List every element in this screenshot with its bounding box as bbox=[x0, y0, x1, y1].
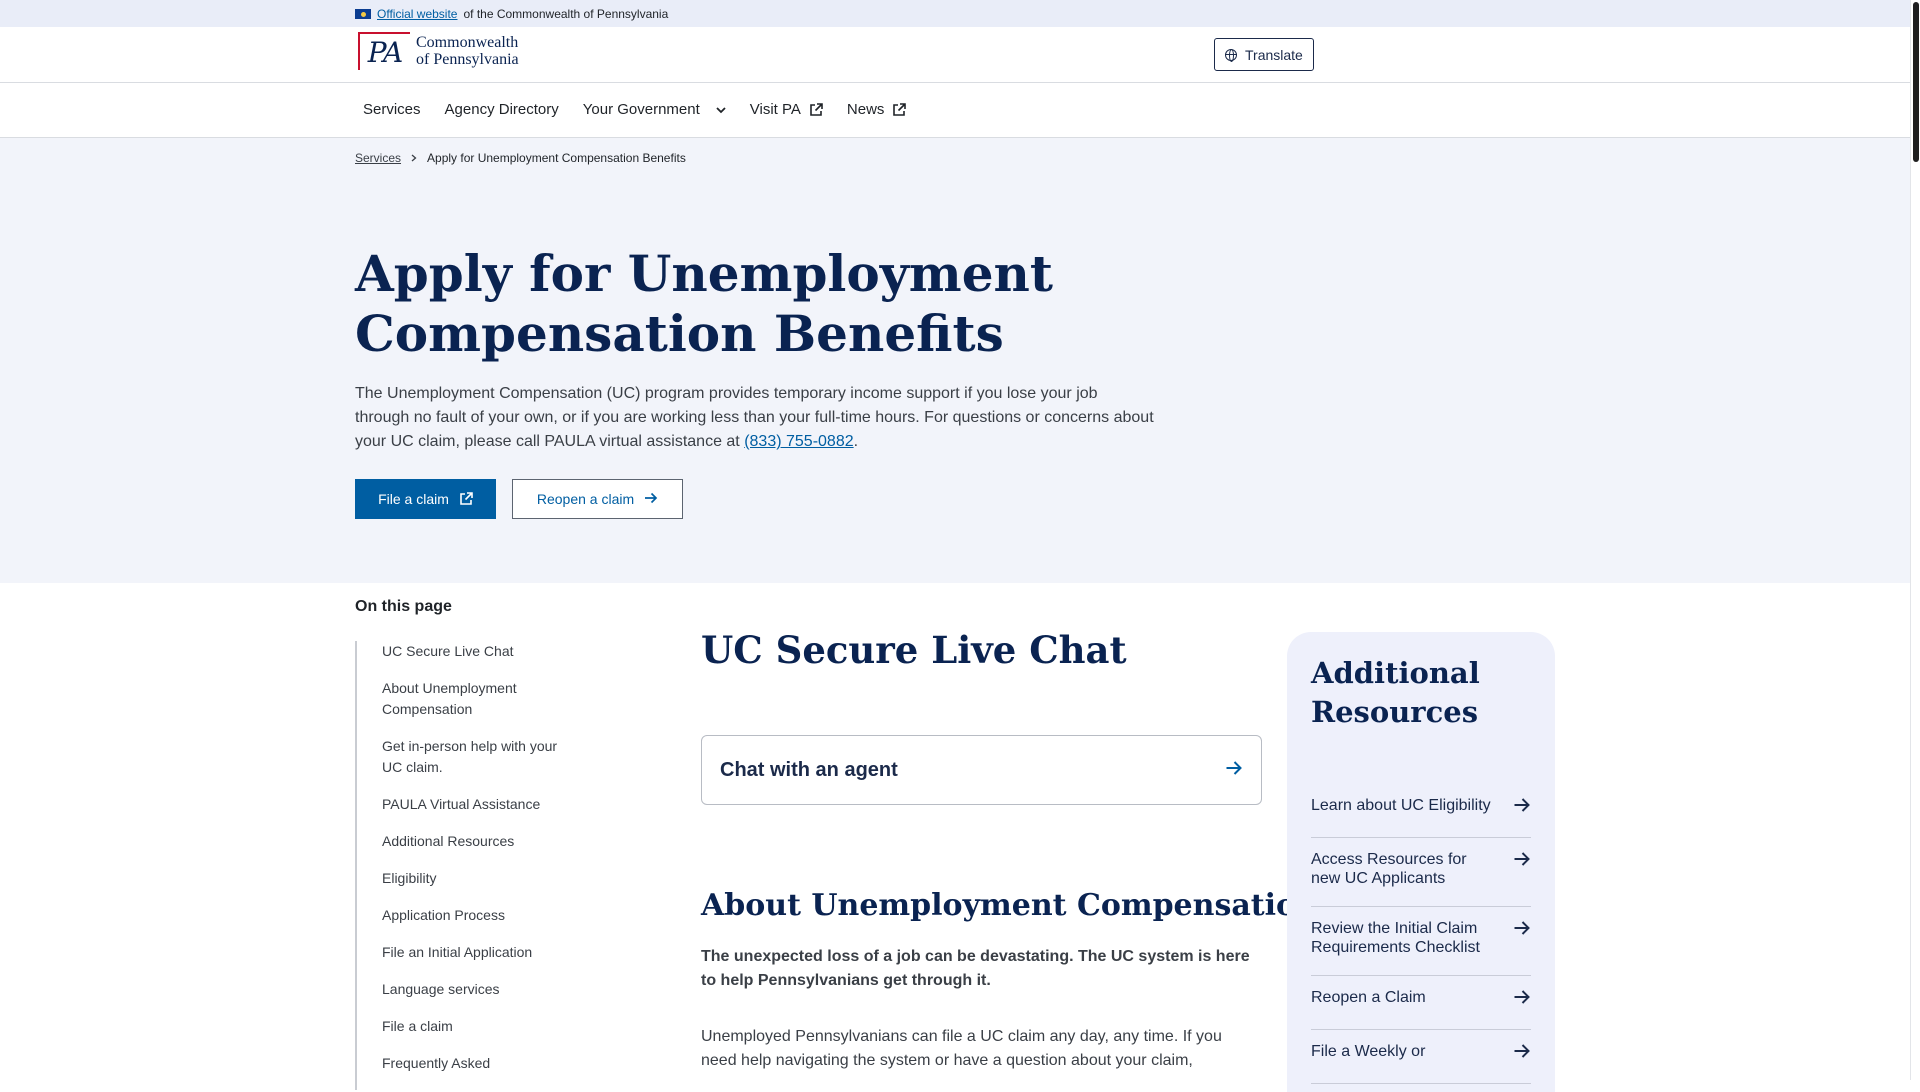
translate-label: Translate bbox=[1245, 46, 1303, 63]
toc-item[interactable]: About Unemployment Compensation bbox=[382, 678, 575, 720]
nav-label: Visit PA bbox=[749, 101, 801, 118]
toc-link[interactable]: Eligibility bbox=[382, 870, 436, 886]
nav-label: Your Government bbox=[582, 101, 700, 118]
official-banner: Official website of the Commonwealth of … bbox=[0, 0, 1910, 27]
toc-link[interactable]: Application Process bbox=[382, 907, 505, 923]
pa-flag-icon bbox=[355, 9, 371, 19]
intro-end: . bbox=[853, 433, 859, 450]
toc-item[interactable]: Get in-person help with your UC claim. bbox=[382, 736, 575, 778]
hero-section: Services Apply for Unemployment Compensa… bbox=[0, 138, 1910, 583]
logo-line-2: of Pennsylvania bbox=[416, 51, 519, 68]
toc-link[interactable]: File an Initial Application bbox=[382, 944, 532, 960]
arrow-right-icon bbox=[1513, 919, 1531, 942]
toc-item[interactable]: Additional Resources bbox=[382, 831, 575, 852]
chat-with-agent-card[interactable]: Chat with an agent bbox=[701, 735, 1262, 805]
toc-item[interactable]: Language services bbox=[382, 979, 575, 1000]
pa-logo-mark: PA bbox=[358, 32, 410, 70]
toc-item[interactable]: Application Process bbox=[382, 905, 575, 926]
toc-link[interactable]: File a claim bbox=[382, 1018, 453, 1034]
intro-paragraph: The Unemployment Compensation (UC) progr… bbox=[355, 382, 1155, 454]
globe-icon bbox=[1225, 48, 1237, 62]
nav-label: Agency Directory bbox=[444, 101, 559, 118]
toc-link[interactable]: UC Secure Live Chat bbox=[382, 643, 514, 659]
resource-label: Review the Initial Claim Requirements Ch… bbox=[1311, 920, 1480, 956]
logo-line-1: Commonwealth bbox=[416, 34, 519, 51]
site-header: PA Commonwealth of Pennsylvania Translat… bbox=[0, 27, 1910, 83]
toc-item[interactable]: File an Initial Application bbox=[382, 942, 575, 963]
main-nav: Services Agency Directory Your Governmen… bbox=[0, 83, 1910, 138]
file-claim-button[interactable]: File a claim bbox=[355, 479, 496, 519]
about-lead-text: The unexpected loss of a job can be deva… bbox=[701, 948, 1250, 989]
uc-live-chat-heading: UC Secure Live Chat bbox=[701, 628, 1127, 672]
external-link-icon bbox=[892, 102, 907, 117]
pa-logo[interactable]: PA Commonwealth of Pennsylvania bbox=[358, 32, 519, 70]
additional-resources-panel: Additional Resources Learn about UC Elig… bbox=[1287, 632, 1555, 1092]
toc-item[interactable]: Eligibility bbox=[382, 868, 575, 889]
translate-button[interactable]: Translate bbox=[1214, 38, 1314, 71]
toc-link[interactable]: Frequently Asked bbox=[382, 1055, 490, 1071]
official-website-link[interactable]: Official website bbox=[377, 7, 457, 21]
about-uc-heading: About Unemployment Compensation bbox=[701, 888, 1318, 923]
resource-link[interactable]: Learn about UC Eligibility bbox=[1311, 796, 1531, 838]
arrow-right-icon bbox=[1513, 1042, 1531, 1065]
arrow-right-icon bbox=[644, 491, 658, 508]
arrow-right-icon bbox=[1225, 759, 1243, 782]
page-scrollbar[interactable] bbox=[1910, 0, 1920, 1080]
arrow-right-icon bbox=[1513, 850, 1531, 873]
official-banner-text: of the Commonwealth of Pennsylvania bbox=[463, 7, 669, 21]
nav-item-visit-pa[interactable]: Visit PA bbox=[750, 101, 823, 118]
toc-item[interactable]: File a claim bbox=[382, 1016, 575, 1037]
toc-item[interactable]: PAULA Virtual Assistance bbox=[382, 794, 575, 815]
arrow-right-icon bbox=[1513, 988, 1531, 1011]
external-link-icon bbox=[459, 492, 473, 506]
on-this-page-nav: UC Secure Live Chat About Unemployment C… bbox=[355, 641, 575, 1090]
nav-item-news[interactable]: News bbox=[847, 101, 907, 118]
page-title: Apply for Unemployment Compensation Bene… bbox=[355, 244, 1053, 363]
toc-link[interactable]: Get in-person help with your UC claim. bbox=[382, 738, 557, 775]
arrow-right-icon bbox=[1513, 796, 1531, 819]
breadcrumb-services-link[interactable]: Services bbox=[355, 151, 401, 165]
additional-resources-heading: Additional Resources bbox=[1311, 656, 1480, 729]
toc-link[interactable]: Additional Resources bbox=[382, 833, 514, 849]
resource-label: File a Weekly or bbox=[1311, 1043, 1426, 1060]
toc-heading: On this page bbox=[355, 598, 452, 615]
about-body-text: Unemployed Pennsylvanians can file a UC … bbox=[701, 1028, 1222, 1069]
breadcrumb-chevron-icon bbox=[411, 151, 417, 165]
breadcrumb-current: Apply for Unemployment Compensation Bene… bbox=[427, 151, 686, 165]
resources-list: Learn about UC Eligibility Access Resour… bbox=[1311, 796, 1531, 1084]
pa-logo-text: Commonwealth of Pennsylvania bbox=[416, 34, 519, 68]
resource-link[interactable]: Review the Initial Claim Requirements Ch… bbox=[1311, 907, 1531, 976]
chevron-down-icon bbox=[716, 103, 726, 117]
toc-item[interactable]: Frequently Asked bbox=[382, 1053, 575, 1074]
toc-link[interactable]: About Unemployment Compensation bbox=[382, 680, 517, 717]
toc-link[interactable]: Language services bbox=[382, 981, 500, 997]
toc-link[interactable]: PAULA Virtual Assistance bbox=[382, 796, 540, 812]
resource-link[interactable]: Access Resources for new UC Applicants bbox=[1311, 838, 1531, 907]
resource-link[interactable]: Reopen a Claim bbox=[1311, 976, 1531, 1030]
resource-label: Learn about UC Eligibility bbox=[1311, 797, 1491, 814]
resource-link[interactable]: File a Weekly or bbox=[1311, 1030, 1531, 1084]
reopen-claim-label: Reopen a claim bbox=[536, 491, 635, 507]
nav-label: Services bbox=[363, 101, 421, 118]
nav-item-agency-directory[interactable]: Agency Directory bbox=[445, 101, 559, 118]
external-link-icon bbox=[809, 102, 823, 117]
paula-phone-link[interactable]: (833) 755-0882 bbox=[744, 433, 853, 450]
file-claim-label: File a claim bbox=[378, 491, 449, 507]
breadcrumb: Services Apply for Unemployment Compensa… bbox=[355, 151, 686, 165]
reopen-claim-button[interactable]: Reopen a claim bbox=[512, 479, 683, 519]
chat-with-agent-label: Chat with an agent bbox=[720, 758, 898, 781]
toc-item[interactable]: UC Secure Live Chat bbox=[382, 641, 575, 662]
nav-item-services[interactable]: Services bbox=[363, 101, 421, 118]
resource-label: Reopen a Claim bbox=[1311, 989, 1426, 1006]
scrollbar-thumb[interactable] bbox=[1913, 2, 1919, 162]
nav-item-your-government[interactable]: Your Government bbox=[583, 101, 726, 118]
resource-label: Access Resources for new UC Applicants bbox=[1311, 851, 1467, 887]
nav-label: News bbox=[846, 101, 885, 118]
